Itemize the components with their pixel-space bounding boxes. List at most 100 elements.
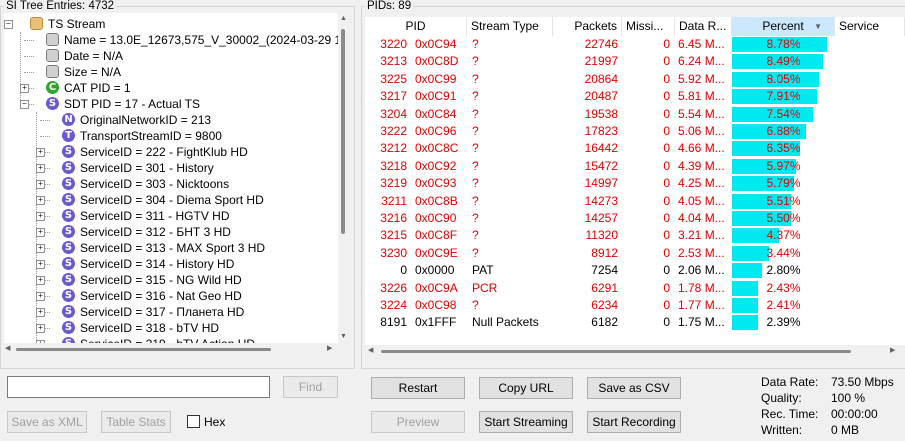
table-row[interactable]: 3215 0x0C8F? 11320 0 3.21 M... 4.37% <box>365 227 905 244</box>
find-button[interactable]: Find <box>283 376 338 398</box>
collapse-minus-icon[interactable]: − <box>20 100 29 109</box>
column-header-percent[interactable]: Percent ▼ <box>732 17 835 36</box>
expand-plus-icon[interactable]: + <box>36 228 45 237</box>
tree-node[interactable]: + S ServiceID = 313 - MAX Sport 3 HD <box>4 240 344 256</box>
data-rate: 5.06 M... <box>678 124 725 138</box>
table-row[interactable]: 3225 0x0C99? 20864 0 5.92 M... 8.05% <box>365 71 905 88</box>
tree-horizontal-scrollbar[interactable]: ◀ ▶ <box>4 343 338 355</box>
table-row[interactable]: 3216 0x0C90? 14257 0 4.04 M... 5.50% <box>365 210 905 227</box>
hex-checkbox[interactable] <box>187 415 200 428</box>
sort-descending-icon: ▼ <box>814 22 822 31</box>
pid-hex: 0x0C8B <box>415 193 458 208</box>
tree-node[interactable]: + S ServiceID = 314 - History HD <box>4 256 344 272</box>
table-row[interactable]: 3211 0x0C8B? 14273 0 4.05 M... 5.51% <box>365 193 905 210</box>
tree-node[interactable]: Date = N/A <box>4 48 344 64</box>
column-header-data-rate[interactable]: Data R... <box>675 17 732 36</box>
si-tree[interactable]: − TS Stream Name = 13.0E_12673,575_V_30002… <box>4 13 345 343</box>
expand-plus-icon[interactable]: + <box>36 276 45 285</box>
table-row[interactable]: 3224 0x0C98? 6234 0 1.77 M... 2.41% <box>365 297 905 314</box>
tree-node[interactable]: + S ServiceID = 318 - bTV HD <box>4 320 344 336</box>
collapse-minus-icon[interactable]: − <box>4 20 13 29</box>
preview-button[interactable]: Preview <box>371 411 465 433</box>
column-header-pid[interactable]: PID <box>365 17 467 36</box>
start-recording-button[interactable]: Start Recording <box>587 411 681 433</box>
scroll-down-arrow-icon[interactable]: ▼ <box>340 333 347 340</box>
pid-hscroll-thumb[interactable] <box>381 350 851 353</box>
tree-node[interactable]: + S ServiceID = 222 - FightKlub HD <box>4 144 344 160</box>
table-stats-button[interactable]: Table Stats <box>101 411 171 433</box>
table-row[interactable]: 8191 0x1FFF Null Packets 6182 0 1.75 M... 2.39… <box>365 314 905 331</box>
save-as-csv-button[interactable]: Save as CSV <box>587 377 681 399</box>
column-header-service[interactable]: Service <box>835 17 905 36</box>
tree-node[interactable]: + S ServiceID = 303 - Nicktoons <box>4 176 344 192</box>
tree-vertical-scrollbar[interactable]: ▲ ▼ <box>338 13 348 343</box>
tree-node[interactable]: + S ServiceID = 316 - Nat Geo HD <box>4 288 344 304</box>
tree-node[interactable]: +SServiceID = 319 - bTV Action HD <box>4 336 344 343</box>
stream-type: ? <box>472 298 479 312</box>
tree-node-label: TS Stream <box>48 17 106 31</box>
tree-node[interactable]: + S ServiceID = 317 - Планета HD <box>4 304 344 320</box>
expand-plus-icon[interactable]: + <box>20 84 29 93</box>
tree-node[interactable]: N OriginalNetworkID = 213 <box>4 112 344 128</box>
table-row[interactable]: 3213 0x0C8D? 21997 0 6.24 M... 8.49% <box>365 53 905 70</box>
tree-node[interactable]: + S ServiceID = 301 - History <box>4 160 344 176</box>
tree-vscroll-thumb[interactable] <box>341 29 345 234</box>
expand-plus-icon[interactable]: + <box>36 180 45 189</box>
expand-plus-icon[interactable]: + <box>36 324 45 333</box>
pid-scroll-left-arrow-icon[interactable]: ◀ <box>368 346 373 354</box>
stream-type: ? <box>472 228 479 243</box>
start-streaming-button[interactable]: Start Streaming <box>479 411 573 433</box>
table-row[interactable]: 3219 0x0C93? 14997 0 4.25 M... 5.79% <box>365 175 905 192</box>
column-header-stream-type[interactable]: Stream Type <box>467 17 553 36</box>
stream-type: ? <box>472 37 479 51</box>
expand-plus-icon[interactable]: + <box>36 196 45 205</box>
tree-node[interactable]: + C CAT PID = 1 <box>4 80 344 96</box>
expand-plus-icon[interactable]: + <box>36 164 45 173</box>
tree-node-label: Size = N/A <box>64 65 122 79</box>
tree-node[interactable]: + S ServiceID = 315 - NG Wild HD <box>4 272 344 288</box>
expand-plus-icon[interactable]: + <box>36 260 45 269</box>
tree-node[interactable]: Name = 13.0E_12673,575_V_30002_(2024-03-… <box>4 32 345 48</box>
copy-url-button[interactable]: Copy URL <box>479 377 573 399</box>
expand-plus-icon[interactable]: + <box>36 212 45 221</box>
table-row[interactable]: 0 0x0000 PAT 7254 0 2.06 M... 2.80% <box>365 262 905 279</box>
tree-hscroll-thumb[interactable] <box>16 348 271 351</box>
pid-scroll-right-arrow-icon[interactable]: ▶ <box>890 346 895 354</box>
s-icon: S <box>46 97 59 110</box>
column-header-packets[interactable]: Packets <box>553 17 622 36</box>
tree-node-label: OriginalNetworkID = 213 <box>80 113 212 127</box>
table-row[interactable]: 3222 0x0C96? 17823 0 5.06 M... 6.88% <box>365 123 905 140</box>
column-header-missing[interactable]: Missi... <box>622 17 675 36</box>
expand-plus-icon[interactable]: + <box>36 308 45 317</box>
expand-plus-icon[interactable]: + <box>36 292 45 301</box>
save-as-xml-button[interactable]: Save as XML <box>7 411 87 433</box>
tree-node[interactable]: − S SDT PID = 17 - Actual TS <box>4 96 344 112</box>
expand-plus-icon[interactable]: + <box>36 244 45 253</box>
expand-plus-icon[interactable]: + <box>36 148 45 157</box>
scroll-up-arrow-icon[interactable]: ▲ <box>340 15 347 22</box>
scroll-left-arrow-icon[interactable]: ◀ <box>5 344 10 352</box>
table-row[interactable]: 3212 0x0C8C? 16442 0 4.66 M... 6.35% <box>365 140 905 157</box>
tree-node[interactable]: + S ServiceID = 312 - БНТ 3 HD <box>4 224 344 240</box>
restart-button[interactable]: Restart <box>371 377 465 399</box>
tree-node[interactable]: Size = N/A <box>4 64 344 80</box>
pid-table-horizontal-scrollbar[interactable]: ◀ ▶ <box>365 345 905 357</box>
table-row[interactable]: 3218 0x0C92? 15472 0 4.39 M... 5.97% <box>365 158 905 175</box>
table-row[interactable]: 3226 0x0C9A PCR 6291 0 1.78 M... 2.43% <box>365 280 905 297</box>
table-row[interactable]: 3230 0x0C9E? 8912 0 2.53 M... 3.44% <box>365 245 905 262</box>
table-row[interactable]: 3204 0x0C84? 19538 0 5.54 M... 7.54% <box>365 106 905 123</box>
tree-connector-line <box>40 120 50 121</box>
tree-node-label: ServiceID = 315 - NG Wild HD <box>80 273 242 287</box>
data-rate: 5.54 M... <box>678 106 725 121</box>
tree-node[interactable]: + S ServiceID = 311 - HGTV HD <box>4 208 344 224</box>
tree-node[interactable]: − TS Stream <box>4 16 344 32</box>
tree-node-label: ServiceID = 316 - Nat Geo HD <box>80 289 242 303</box>
stream-type: PAT <box>472 263 494 278</box>
pid-table[interactable]: PID Stream Type Packets Missi... Data R... Pe… <box>365 17 905 354</box>
table-row[interactable]: 3220 0x0C94? 22746 0 6.45 M... 8.78% <box>365 36 905 53</box>
table-row[interactable]: 3217 0x0C91? 20487 0 5.81 M... 7.91% <box>365 88 905 105</box>
tree-node[interactable]: T TransportStreamID = 9800 <box>4 128 344 144</box>
tree-search-input[interactable] <box>7 376 270 398</box>
tree-node[interactable]: + S ServiceID = 304 - Diema Sport HD <box>4 192 344 208</box>
scroll-right-arrow-icon[interactable]: ▶ <box>327 344 332 352</box>
